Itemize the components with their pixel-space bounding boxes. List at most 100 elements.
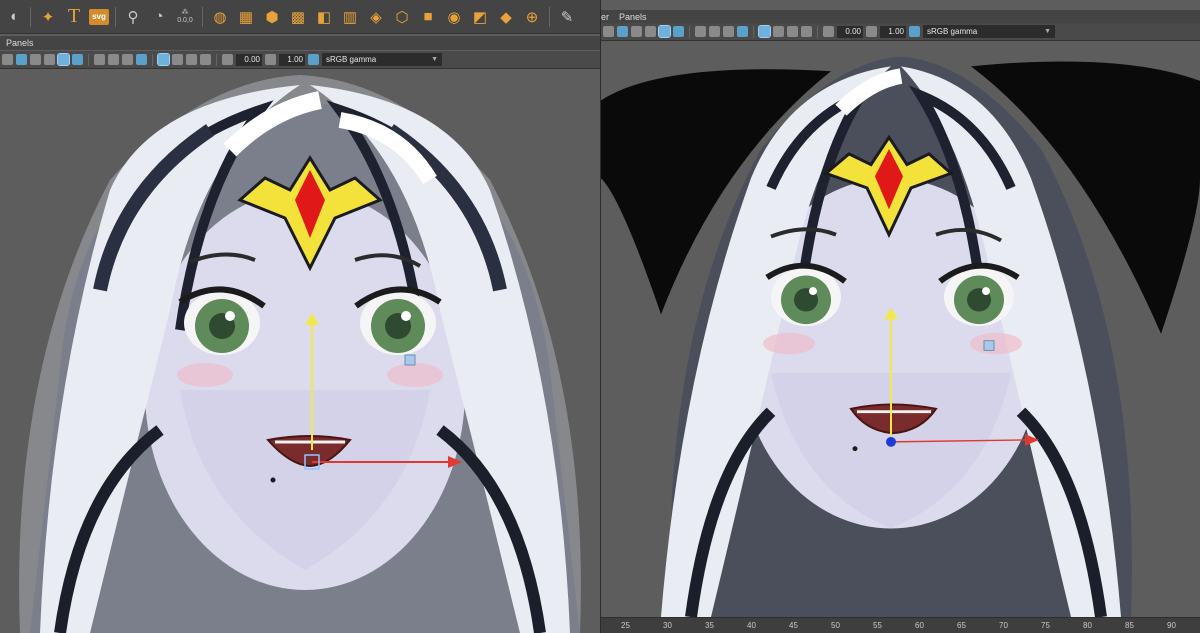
chevron-down-icon: ▼ xyxy=(1044,28,1051,35)
sphere-icon[interactable]: ◍ xyxy=(209,6,231,28)
text-icon[interactable]: T xyxy=(63,5,85,28)
color-management-icon[interactable] xyxy=(308,54,319,65)
timeline-tick: 30 xyxy=(663,621,672,630)
color-space-label: sRGB gamma xyxy=(927,27,978,36)
color-space-dropdown[interactable]: sRGB gamma ▼ xyxy=(322,53,442,66)
gamma-field[interactable]: 1.00 xyxy=(279,53,305,66)
film-gate-icon[interactable] xyxy=(773,26,784,37)
plane-stack-icon[interactable]: ◈ xyxy=(365,6,387,28)
shelf-toolbar: ◖ ✦ T svg ⚲ ◔ ⁂ 0.0,0 ◍ ▦ ⬢ ▩ ◧ ▥ ◈ ⬡ ■ ◉… xyxy=(0,0,600,34)
panel-menu-bar: er Panels xyxy=(601,10,1200,24)
right-character-render xyxy=(601,42,1200,617)
gamma-icon[interactable] xyxy=(866,26,877,37)
isolate-icon[interactable] xyxy=(709,26,720,37)
camera-icon[interactable] xyxy=(2,54,13,65)
color-space-label: sRGB gamma xyxy=(326,55,377,64)
shelf-separator xyxy=(115,6,116,27)
right-3d-viewport[interactable]: 0 0 0 0 0 xyxy=(601,42,1200,633)
lights-icon[interactable] xyxy=(57,53,70,66)
timeline-tick: 40 xyxy=(747,621,756,630)
cube-solid-icon[interactable]: ■ xyxy=(417,6,439,28)
sparkle-icon[interactable]: ✦ xyxy=(37,6,59,28)
lights-icon[interactable] xyxy=(658,25,671,38)
timeline-tick: 55 xyxy=(873,621,882,630)
renderer-menu-fragment[interactable]: er xyxy=(601,12,609,22)
exposure-field[interactable]: 0.00 xyxy=(236,53,262,66)
cube-grid-icon[interactable]: ▦ xyxy=(235,6,257,28)
color-space-dropdown[interactable]: sRGB gamma ▼ xyxy=(923,25,1055,38)
panels-menu[interactable]: Panels xyxy=(619,12,647,22)
sphere-grid-icon[interactable]: ⊕ xyxy=(521,6,543,28)
time-slider[interactable]: 25 30 35 40 45 50 55 60 65 70 75 80 85 9… xyxy=(601,617,1200,633)
timeline-tick: 45 xyxy=(789,621,798,630)
resolution-gate-icon[interactable] xyxy=(157,53,170,66)
panels-menu[interactable]: Panels xyxy=(6,38,34,48)
camera-icon[interactable] xyxy=(603,26,614,37)
time-clock-icon[interactable]: ◔ xyxy=(148,6,170,28)
shelf-separator xyxy=(30,6,31,27)
shadows-icon[interactable] xyxy=(72,54,83,65)
toolbar-separator xyxy=(817,25,818,38)
pen-icon[interactable]: ✎ xyxy=(556,6,578,28)
field-chart-icon[interactable] xyxy=(787,26,798,37)
shelf-separator xyxy=(202,6,203,27)
hud-icon[interactable] xyxy=(136,54,147,65)
panel-menu-bar: Panels xyxy=(0,36,600,50)
xray-icon[interactable] xyxy=(94,54,105,65)
timeline-tick: 65 xyxy=(957,621,966,630)
textured-icon[interactable] xyxy=(645,26,656,37)
shelf-separator xyxy=(549,6,550,27)
gamma-icon[interactable] xyxy=(265,54,276,65)
grid-icon[interactable] xyxy=(723,26,734,37)
grid-icon[interactable] xyxy=(122,54,133,65)
isolate-icon[interactable] xyxy=(108,54,119,65)
film-gate-icon[interactable] xyxy=(172,54,183,65)
cube-stack-icon[interactable]: ▥ xyxy=(339,6,361,28)
axis-icon[interactable]: ⚲ xyxy=(122,6,144,28)
resolution-gate-icon[interactable] xyxy=(758,25,771,38)
field-chart-icon[interactable] xyxy=(186,54,197,65)
timeline-tick: 25 xyxy=(621,621,630,630)
cube-split-icon[interactable]: ◧ xyxy=(313,6,335,28)
box-icon[interactable]: ⬡ xyxy=(391,6,413,28)
safe-action-icon[interactable] xyxy=(200,54,211,65)
xray-icon[interactable] xyxy=(695,26,706,37)
exposure-icon[interactable] xyxy=(823,26,834,37)
safe-action-icon[interactable] xyxy=(801,26,812,37)
wedge-icon[interactable]: ◆ xyxy=(495,6,517,28)
timeline-tick: 90 xyxy=(1167,621,1176,630)
svg-icon[interactable]: svg xyxy=(89,8,109,25)
toolbar-separator xyxy=(753,25,754,38)
cube-cut-icon[interactable]: ◩ xyxy=(469,6,491,28)
wireframe-icon[interactable] xyxy=(617,26,628,37)
timeline-tick: 35 xyxy=(705,621,714,630)
hud-icon[interactable] xyxy=(737,26,748,37)
color-management-icon[interactable] xyxy=(909,26,920,37)
timeline-tick: 70 xyxy=(999,621,1008,630)
gamma-field[interactable]: 1.00 xyxy=(880,25,906,38)
textured-icon[interactable] xyxy=(44,54,55,65)
wireframe-icon[interactable] xyxy=(16,54,27,65)
timeline-tick: 50 xyxy=(831,621,840,630)
left-viewport-pane: ◖ ✦ T svg ⚲ ◔ ⁂ 0.0,0 ◍ ▦ ⬢ ▩ ◧ ▥ ◈ ⬡ ■ ◉… xyxy=(0,0,600,633)
timeline-tick: 85 xyxy=(1125,621,1134,630)
chevron-down-icon: ▼ xyxy=(431,56,438,63)
exposure-icon[interactable] xyxy=(222,54,233,65)
toolbar-separator xyxy=(216,53,217,66)
panel-toolbar: 0.00 1.00 sRGB gamma ▼ xyxy=(601,23,1200,41)
toolbar-separator xyxy=(152,53,153,66)
toolbar-separator xyxy=(689,25,690,38)
cube-icon[interactable]: ⬢ xyxy=(261,6,283,28)
left-3d-viewport[interactable] xyxy=(0,70,600,633)
panel-toolbar: 0.00 1.00 sRGB gamma ▼ xyxy=(0,51,600,69)
shadows-icon[interactable] xyxy=(673,26,684,37)
checker-icon[interactable]: ▩ xyxy=(287,6,309,28)
bezier-icon[interactable]: ◖ xyxy=(2,6,24,28)
smooth-shade-icon[interactable] xyxy=(631,26,642,37)
left-character-render xyxy=(0,70,600,633)
smooth-shade-icon[interactable] xyxy=(30,54,41,65)
ball-icon[interactable]: ◉ xyxy=(443,6,465,28)
origin-glyph: ⁂ xyxy=(181,8,189,16)
origin-icon[interactable]: ⁂ 0.0,0 xyxy=(174,6,196,28)
exposure-field[interactable]: 0.00 xyxy=(837,25,863,38)
